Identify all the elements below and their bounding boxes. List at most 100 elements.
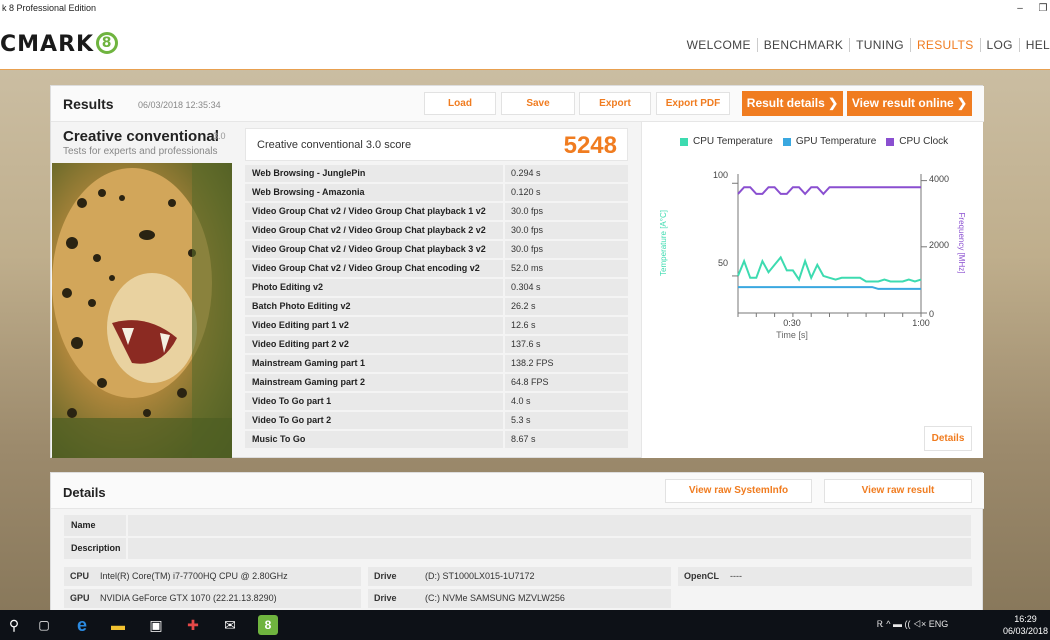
row-value: 8.67 s — [505, 431, 628, 448]
drive-value: (C:) NVMe SAMSUNG MZVLW256 — [425, 593, 565, 603]
table-row: Video To Go part 2 5.3 s — [245, 412, 628, 429]
window-titlebar: k 8 Professional Edition – ❐ — [0, 0, 1050, 18]
row-name: Video To Go part 2 — [245, 412, 503, 429]
system-tray[interactable]: Ꭱ ^ ▬ (( ◁× ENG — [877, 619, 948, 630]
logo-mark: 8 — [96, 32, 119, 54]
nav-benchmark[interactable]: BENCHMARK — [758, 38, 851, 52]
x-tick-60: 1:00 — [912, 318, 930, 328]
row-name: Mainstream Gaming part 1 — [245, 355, 503, 372]
drive-label: Drive — [374, 593, 397, 603]
results-date: 06/03/2018 12:35:34 — [138, 100, 221, 110]
nav-log[interactable]: LOG — [981, 38, 1020, 52]
drive-row-2: Drive (C:) NVMe SAMSUNG MZVLW256 — [368, 589, 671, 608]
row-value: 5.3 s — [505, 412, 628, 429]
row-value: 4.0 s — [505, 393, 628, 410]
restore-button[interactable]: ❐ — [1036, 2, 1050, 16]
app-header: CMARK 8 WELCOME BENCHMARK TUNING RESULTS … — [0, 18, 1050, 70]
save-button[interactable]: Save — [501, 92, 575, 115]
opencl-label: OpenCL — [684, 571, 719, 581]
table-row: Video Group Chat v2 / Video Group Chat e… — [245, 260, 628, 277]
row-value: 0.304 s — [505, 279, 628, 296]
task-view-icon[interactable]: ▢ — [34, 615, 54, 635]
name-label: Name — [64, 515, 126, 536]
y-tick-100: 100 — [713, 170, 728, 180]
table-row: Video Group Chat v2 / Video Group Chat p… — [245, 222, 628, 239]
left-axis-label: Temperature [A°C] — [659, 210, 668, 276]
clock-date: 06/03/2018 — [1002, 626, 1048, 636]
nav-results[interactable]: RESULTS — [911, 38, 981, 52]
monitoring-chart: CPU Temperature GPU Temperature CPU Cloc… — [641, 122, 983, 458]
app-logo: CMARK 8 — [0, 32, 119, 57]
row-value: 0.120 s — [505, 184, 628, 201]
score-value: 5248 — [563, 132, 617, 159]
export-button[interactable]: Export — [579, 92, 651, 115]
score-label: Creative conventional 3.0 score — [257, 139, 412, 151]
results-header: Results 06/03/2018 12:35:34 Load Save Ex… — [51, 86, 984, 122]
pcmark-app-icon[interactable]: 8 — [258, 615, 278, 635]
nav-tuning[interactable]: TUNING — [850, 38, 911, 52]
row-name: Video Group Chat v2 / Video Group Chat p… — [245, 241, 503, 258]
logo-text: CMARK — [0, 32, 95, 57]
description-row: Description — [64, 538, 971, 559]
row-value: 30.0 fps — [505, 222, 628, 239]
mail-icon[interactable]: ✉ — [220, 615, 240, 635]
drive-value: (D:) ST1000LX015-1U7172 — [425, 571, 535, 581]
y2-tick-2000: 2000 — [929, 240, 949, 250]
edge-icon[interactable]: e — [72, 615, 92, 635]
opencl-row: OpenCL ---- — [678, 567, 972, 586]
drive-label: Drive — [374, 571, 397, 581]
test-subtitle: Tests for experts and professionals — [63, 146, 218, 157]
series-line-cpu-clock — [737, 186, 921, 196]
score-bar: Creative conventional 3.0 score 5248 — [245, 128, 628, 161]
view-raw-sysinfo-button[interactable]: View raw SystemInfo — [665, 479, 812, 503]
chart-plot: 100 50 4000 2000 0 0:30 1:00 Time [s] Te… — [659, 170, 966, 340]
file-explorer-icon[interactable]: ▬ — [108, 615, 128, 635]
clock-time: 16:29 — [1014, 614, 1037, 624]
results-panel: Results 06/03/2018 12:35:34 Load Save Ex… — [50, 85, 984, 458]
cpu-value: Intel(R) Core(TM) i7-7700HQ CPU @ 2.80GH… — [100, 571, 288, 581]
details-panel: Details View raw SystemInfo View raw res… — [50, 472, 984, 612]
search-icon[interactable]: ⚲ — [4, 615, 24, 635]
leopard-image — [52, 163, 232, 458]
nav-help[interactable]: HEL — [1020, 38, 1050, 52]
minimize-button[interactable]: – — [1013, 2, 1027, 16]
legend-swatch — [680, 137, 688, 146]
results-title: Results — [63, 96, 114, 112]
description-value — [128, 538, 971, 559]
x-axis-label: Time [s] — [776, 330, 808, 340]
table-row: Mainstream Gaming part 1 138.2 FPS — [245, 355, 628, 372]
main-nav: WELCOME BENCHMARK TUNING RESULTS LOG HEL — [681, 38, 1050, 52]
export-pdf-button[interactable]: Export PDF — [656, 92, 730, 115]
gpu-label: GPU — [70, 593, 90, 603]
row-value: 26.2 s — [505, 298, 628, 315]
row-name: Video Group Chat v2 / Video Group Chat e… — [245, 260, 503, 277]
result-details-button[interactable]: Result details ❯ — [742, 91, 843, 116]
row-name: Video Editing part 2 v2 — [245, 336, 503, 353]
view-raw-result-button[interactable]: View raw result — [824, 479, 972, 503]
row-value: 0.294 s — [505, 165, 628, 182]
window-title: k 8 Professional Edition — [2, 3, 97, 13]
clock[interactable]: 16:29 06/03/2018 — [1003, 613, 1048, 637]
load-button[interactable]: Load — [424, 92, 496, 115]
nav-welcome[interactable]: WELCOME — [681, 38, 758, 52]
cpu-row: CPU Intel(R) Core(TM) i7-7700HQ CPU @ 2.8… — [64, 567, 361, 586]
row-name: Video Group Chat v2 / Video Group Chat p… — [245, 222, 503, 239]
cpu-label: CPU — [70, 571, 90, 581]
subscore-table: Web Browsing - JunglePin 0.294 s Web Brow… — [245, 165, 628, 450]
view-online-button[interactable]: View result online ❯ — [847, 91, 972, 116]
y-tick-50: 50 — [718, 258, 728, 268]
row-name: Video Group Chat v2 / Video Group Chat p… — [245, 203, 503, 220]
name-row: Name — [64, 515, 971, 536]
gift-icon[interactable]: ✚ — [183, 615, 203, 635]
details-title: Details — [63, 485, 106, 500]
opencl-value: ---- — [730, 571, 742, 581]
legend-item: CPU Temperature — [680, 136, 773, 147]
details-button[interactable]: Details — [924, 426, 972, 451]
table-row: Web Browsing - JunglePin 0.294 s — [245, 165, 628, 182]
taskbar: ⚲ ▢ e ▬ ▣ ✚ ✉ 8 Ꭱ ^ ▬ (( ◁× ENG 16:29 06… — [0, 610, 1050, 640]
store-icon[interactable]: ▣ — [146, 615, 166, 635]
right-axis-label: Frequency [MHz] — [957, 213, 966, 274]
test-version: 3.0 — [213, 131, 226, 141]
table-row: Video Group Chat v2 / Video Group Chat p… — [245, 241, 628, 258]
table-row: Video Editing part 2 v2 137.6 s — [245, 336, 628, 353]
